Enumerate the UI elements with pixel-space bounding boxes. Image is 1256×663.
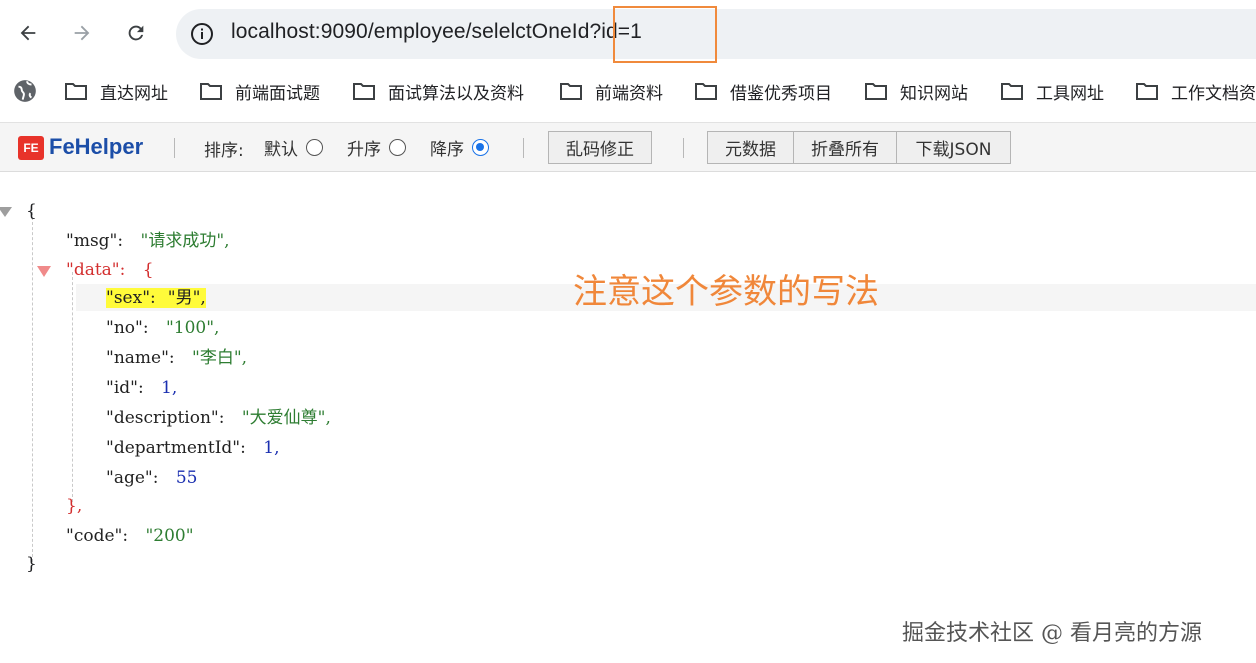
bookmark-label: 直达网址 bbox=[100, 83, 168, 104]
json-data-close-brace: }, bbox=[66, 496, 83, 516]
info-icon bbox=[191, 23, 213, 45]
divider bbox=[174, 138, 175, 158]
bookmark-label: 借鉴优秀项目 bbox=[730, 83, 832, 104]
browser-toolbar: localhost:9090/employee/selelctOneId?id=… bbox=[0, 0, 1256, 68]
json-key: "description": bbox=[106, 408, 225, 428]
url-query-highlight-box bbox=[613, 6, 717, 63]
annotation-text: 注意这个参数的写法 bbox=[573, 272, 879, 312]
bookmark-label: 知识网站 bbox=[900, 83, 968, 104]
json-line-data: "data": { bbox=[66, 257, 154, 283]
json-key: "no": bbox=[106, 318, 149, 338]
json-line-field: "description": "大爱仙尊", bbox=[106, 405, 331, 431]
json-value: 1, bbox=[161, 378, 178, 398]
json-line-field: "name": "李白", bbox=[106, 345, 247, 371]
bookmark-label: 工具网址 bbox=[1036, 83, 1104, 104]
radio-button[interactable] bbox=[389, 139, 406, 156]
metadata-button[interactable]: 元数据 bbox=[707, 131, 794, 164]
json-open-brace: { bbox=[26, 201, 37, 221]
bookmark-folder-3[interactable]: 面试算法以及资料 bbox=[352, 77, 524, 105]
json-value: "男", bbox=[167, 288, 206, 308]
folder-icon bbox=[865, 83, 887, 100]
json-value: 55 bbox=[175, 468, 198, 488]
json-value: "100", bbox=[165, 318, 220, 338]
json-key: "data": bbox=[66, 260, 126, 280]
json-value: "大爱仙尊", bbox=[241, 408, 331, 428]
sort-default-option[interactable]: 默认 bbox=[264, 135, 323, 160]
folder-icon bbox=[560, 83, 582, 100]
globe-icon[interactable] bbox=[12, 78, 38, 104]
json-close-brace: } bbox=[26, 554, 37, 574]
json-value: "200" bbox=[145, 526, 194, 546]
json-key: "age": bbox=[106, 468, 159, 488]
json-line-code: "code": "200" bbox=[66, 523, 194, 549]
forward-button[interactable] bbox=[66, 16, 98, 50]
sort-option-label: 默认 bbox=[264, 140, 298, 160]
collapse-data-toggle-icon[interactable] bbox=[37, 266, 51, 277]
fehelper-logo-icon: FE bbox=[18, 136, 44, 160]
download-json-button[interactable]: 下载JSON bbox=[896, 131, 1011, 164]
bookmark-folder-4[interactable]: 前端资料 bbox=[559, 77, 663, 105]
json-value: "李白", bbox=[192, 348, 248, 368]
json-line-field: "age": 55 bbox=[106, 465, 198, 491]
folder-icon bbox=[1136, 83, 1158, 100]
sort-desc-option[interactable]: 降序 bbox=[430, 135, 489, 160]
json-brace: { bbox=[142, 260, 154, 280]
sort-label: 排序: bbox=[204, 141, 244, 161]
url-text[interactable]: localhost:9090/employee/selelctOneId?id=… bbox=[231, 20, 642, 44]
radio-button-selected[interactable] bbox=[472, 139, 489, 156]
bookmark-label: 前端资料 bbox=[595, 83, 663, 104]
json-key: "id": bbox=[106, 378, 144, 398]
indent-guide bbox=[32, 212, 33, 562]
bookmarks-bar: 直达网址 前端面试题 面试算法以及资料 前端资料 借鉴优秀项目 知识网站 工具网… bbox=[0, 68, 1256, 114]
json-key: "code": bbox=[66, 526, 129, 546]
json-key: "name": bbox=[106, 348, 175, 368]
reload-icon bbox=[128, 25, 144, 41]
bookmark-folder-1[interactable]: 直达网址 bbox=[64, 77, 168, 105]
json-line-field: "sex": "男", bbox=[106, 285, 206, 311]
folder-icon bbox=[65, 83, 87, 100]
folder-icon bbox=[353, 83, 375, 100]
sort-option-label: 降序 bbox=[430, 140, 464, 160]
json-line-field: "id": 1, bbox=[106, 375, 177, 401]
folder-icon bbox=[200, 83, 222, 100]
collapse-all-button[interactable]: 折叠所有 bbox=[793, 131, 897, 164]
divider bbox=[683, 138, 684, 158]
fehelper-toolbar: FE FeHelper 排序: 默认 升序 降序 乱码修正 元数据 折叠所有 下… bbox=[0, 122, 1256, 172]
sort-asc-option[interactable]: 升序 bbox=[347, 135, 406, 160]
fehelper-title: FeHelper bbox=[49, 134, 144, 159]
json-line-field: "no": "100", bbox=[106, 315, 219, 341]
json-line-msg: "msg": "请求成功", bbox=[66, 228, 230, 254]
json-key: "departmentId": bbox=[106, 438, 246, 458]
bookmark-folder-2[interactable]: 前端面试题 bbox=[199, 77, 320, 105]
site-info-button[interactable] bbox=[189, 21, 215, 47]
bookmark-folder-5[interactable]: 借鉴优秀项目 bbox=[694, 77, 832, 105]
radio-button[interactable] bbox=[306, 139, 323, 156]
sort-option-label: 升序 bbox=[347, 140, 381, 160]
indent-guide bbox=[72, 272, 73, 502]
watermark: 掘金技术社区 @ 看月亮的方源 bbox=[902, 621, 1202, 646]
bookmark-label: 面试算法以及资料 bbox=[388, 83, 524, 104]
json-key: "msg": bbox=[66, 231, 124, 251]
divider bbox=[523, 138, 524, 158]
bookmark-folder-8[interactable]: 工作文档资 bbox=[1135, 77, 1256, 105]
json-line-field: "departmentId": 1, bbox=[106, 435, 279, 461]
back-button[interactable] bbox=[12, 16, 44, 50]
json-value: 1, bbox=[263, 438, 280, 458]
folder-icon bbox=[695, 83, 717, 100]
arrow-right-icon bbox=[74, 25, 90, 41]
json-key: "sex": bbox=[106, 288, 156, 308]
fix-encoding-button[interactable]: 乱码修正 bbox=[548, 131, 652, 164]
bookmark-label: 前端面试题 bbox=[235, 83, 320, 104]
bookmark-label: 工作文档资 bbox=[1171, 83, 1256, 104]
collapse-root-toggle-icon[interactable] bbox=[0, 207, 12, 217]
bookmark-folder-7[interactable]: 工具网址 bbox=[1000, 77, 1104, 105]
json-viewer: { "msg": "请求成功", "data": { "sex": "男", "n… bbox=[0, 172, 1256, 663]
arrow-left-icon bbox=[20, 25, 36, 41]
bookmark-folder-6[interactable]: 知识网站 bbox=[864, 77, 968, 105]
json-value: "请求成功", bbox=[140, 231, 230, 251]
folder-icon bbox=[1001, 83, 1023, 100]
reload-button[interactable] bbox=[120, 16, 152, 50]
